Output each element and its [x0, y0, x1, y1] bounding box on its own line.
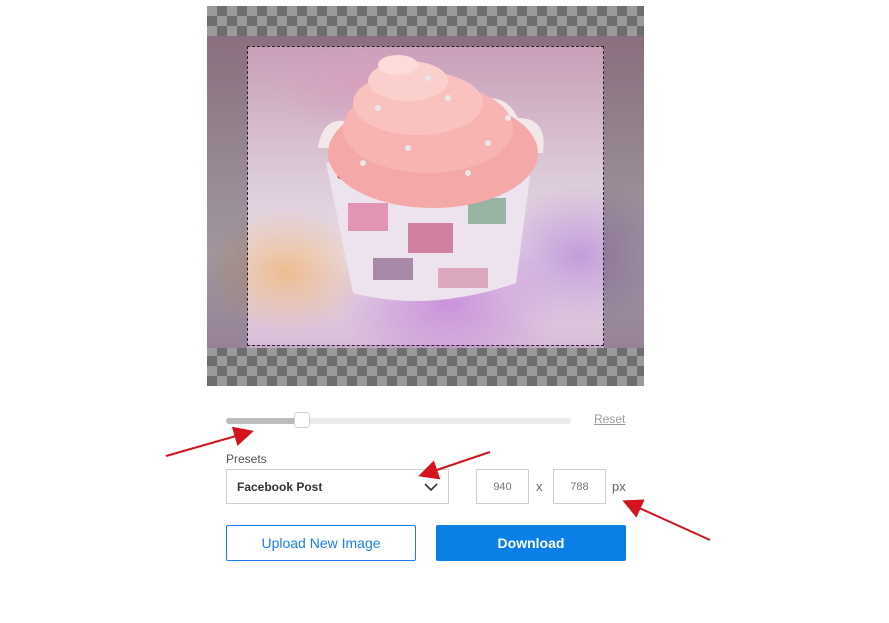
presets-selected-value: Facebook Post — [237, 480, 323, 494]
zoom-slider[interactable] — [226, 412, 571, 428]
crop-mask-right — [604, 46, 644, 348]
crop-mask-left — [207, 46, 247, 348]
presets-dropdown[interactable]: Facebook Post — [226, 469, 449, 504]
upload-new-image-button[interactable]: Upload New Image — [226, 525, 416, 561]
reset-link[interactable]: Reset — [594, 412, 625, 426]
unit-label: px — [612, 479, 626, 494]
presets-label: Presets — [226, 452, 267, 466]
image-canvas[interactable] — [207, 6, 644, 386]
cupcake-image — [318, 55, 544, 301]
width-input[interactable] — [476, 469, 529, 504]
zoom-slider-handle[interactable] — [293, 412, 310, 428]
crop-selection-box[interactable] — [247, 46, 604, 346]
download-button[interactable]: Download — [436, 525, 626, 561]
zoom-slider-fill — [226, 418, 302, 424]
chevron-down-icon — [424, 483, 438, 492]
dimension-separator: x — [536, 479, 543, 494]
arrow-to-dimensions — [622, 499, 711, 541]
height-input[interactable] — [553, 469, 606, 504]
crop-mask-top — [207, 36, 644, 46]
